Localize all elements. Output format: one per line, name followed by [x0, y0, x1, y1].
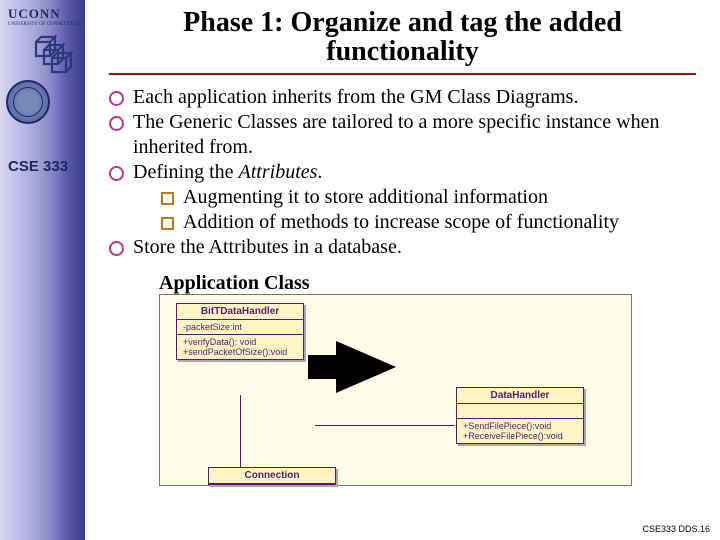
- sub-bullet-list: Augmenting it to store additional inform…: [133, 185, 708, 235]
- university-subtitle: UNIVERSITY OF CONNECTICUT: [8, 22, 82, 27]
- uml-connector: [240, 395, 241, 467]
- uml-operations: +verifyData(): void +sendPacketOfSize():…: [177, 335, 303, 359]
- bullet-item: Store the Attributes in a database.: [105, 235, 708, 260]
- sub-bullet-item: Addition of methods to increase scope of…: [157, 210, 708, 235]
- arrow-icon: [336, 341, 396, 393]
- bullet-italic: Attributes: [239, 161, 318, 183]
- uml-connector: [315, 425, 455, 426]
- bullet-item: Defining the Attributes. Augmenting it t…: [105, 160, 708, 235]
- sub-bullet-item: Augmenting it to store additional inform…: [157, 185, 708, 210]
- uml-op: +ReceiveFilePiece():void: [463, 431, 577, 441]
- slide-content: Phase 1: Organize and tag the added func…: [85, 0, 720, 540]
- uml-op: +sendPacketOfSize():void: [183, 347, 297, 357]
- uml-class-datahandler: DataHandler +SendFilePiece():void +Recei…: [456, 387, 584, 444]
- cube-icon: [30, 32, 78, 80]
- sub-bullet-text: Augmenting it to store additional inform…: [183, 186, 548, 208]
- uml-class-title: DataHandler: [457, 388, 583, 404]
- slide-number: CSE333 DDS.16: [642, 524, 710, 534]
- uml-op: +SendFilePiece():void: [463, 421, 577, 431]
- course-code: CSE 333: [8, 158, 68, 175]
- sub-bullet-text: Addition of methods to increase scope of…: [183, 211, 619, 233]
- slide-title: Phase 1: Organize and tag the added func…: [117, 8, 688, 67]
- bullet-text: The Generic Classes are tailored to a mo…: [133, 111, 659, 158]
- uml-attribute: -packetSize:int: [177, 320, 303, 335]
- bullet-item: Each application inherits from the GM Cl…: [105, 85, 708, 110]
- bullet-text: Each application inherits from the GM Cl…: [133, 86, 578, 108]
- bullet-list: Each application inherits from the GM Cl…: [97, 85, 708, 260]
- bullet-item: The Generic Classes are tailored to a mo…: [105, 110, 708, 160]
- uml-diagram: Application Class Generic Class BitTData…: [97, 272, 717, 487]
- department-seal-icon: [6, 80, 50, 124]
- uml-class-connection: Connection: [208, 467, 336, 485]
- bullet-text: Defining the: [133, 161, 239, 183]
- bullet-text: Store the Attributes in a database.: [133, 236, 402, 258]
- university-logo-text: UCONN: [8, 6, 61, 22]
- uml-class-title: BitTDataHandler: [177, 304, 303, 320]
- uml-class-bittdatahandler: BitTDataHandler -packetSize:int +verifyD…: [176, 303, 304, 360]
- uml-class-title: Connection: [209, 468, 335, 484]
- bullet-text: .: [317, 161, 322, 183]
- uml-canvas: BitTDataHandler -packetSize:int +verifyD…: [159, 294, 632, 486]
- title-underline: [109, 73, 696, 75]
- uml-op: +verifyData(): void: [183, 337, 297, 347]
- sidebar: UCONN UNIVERSITY OF CONNECTICUT CSE 333: [0, 0, 85, 540]
- application-class-label: Application Class: [159, 272, 310, 295]
- uml-attribute: [457, 404, 583, 419]
- uml-operations: +SendFilePiece():void +ReceiveFilePiece(…: [457, 419, 583, 443]
